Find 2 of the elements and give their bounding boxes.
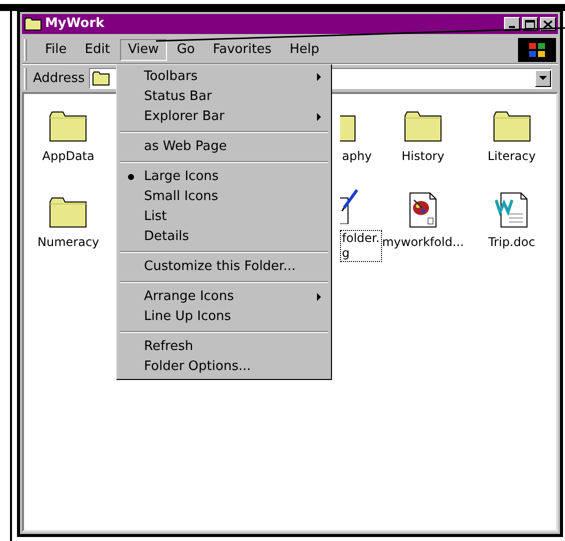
- window-title: MyWork: [45, 15, 104, 34]
- address-label: Address: [32, 70, 86, 88]
